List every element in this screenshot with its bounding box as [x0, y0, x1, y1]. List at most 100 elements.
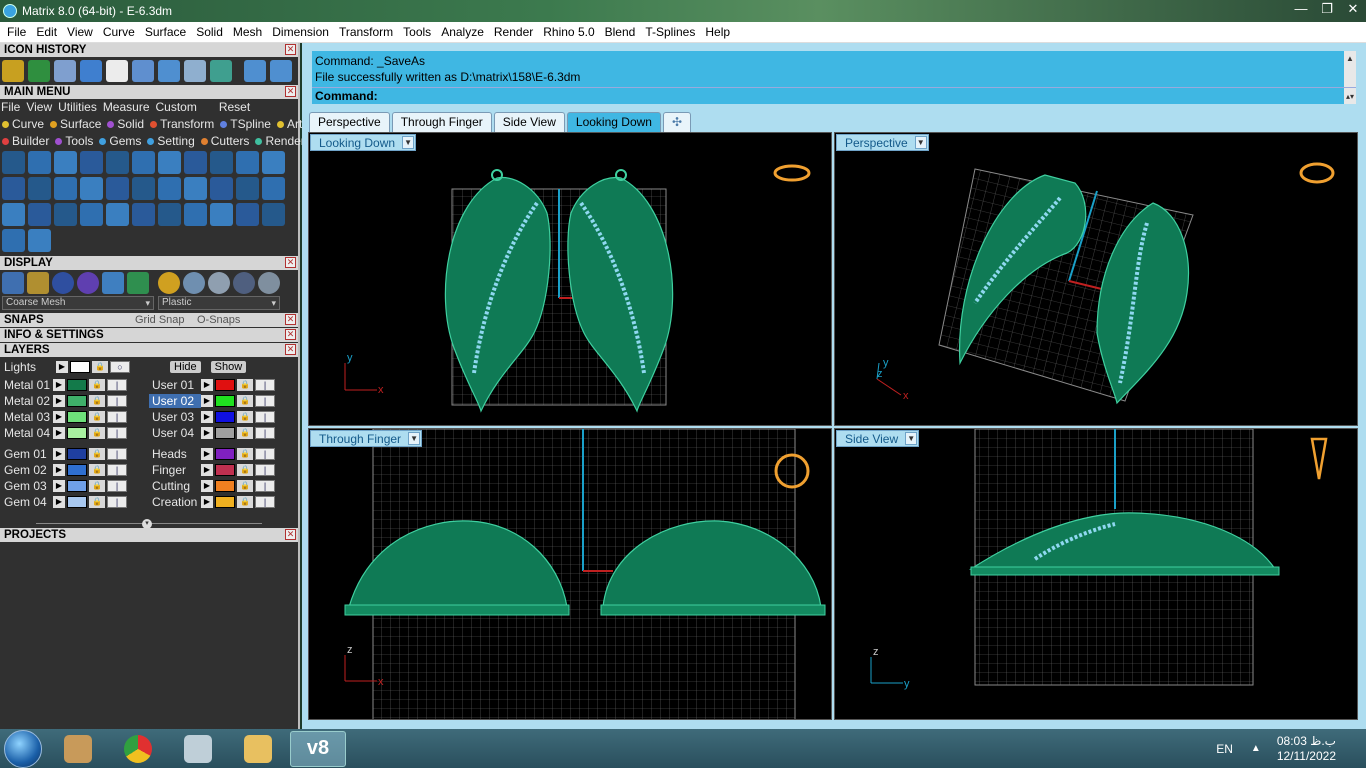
layer-color-swatch[interactable]: [67, 395, 87, 407]
submenu-measure[interactable]: Measure: [103, 100, 150, 114]
pave-tool-icon[interactable]: [132, 151, 155, 174]
gem-view-icon[interactable]: [27, 272, 49, 294]
layer-expand-icon[interactable]: ▶: [53, 480, 65, 492]
submenu-view[interactable]: View: [26, 100, 52, 114]
menu-render[interactable]: Render: [489, 25, 538, 39]
minimize-button[interactable]: —: [1288, 0, 1314, 18]
lock-icon[interactable]: 🔒: [92, 361, 108, 373]
lock-icon[interactable]: 🔒: [237, 427, 253, 439]
mesh-quality-select[interactable]: Coarse Mesh: [2, 296, 154, 310]
dropdown-icon[interactable]: ▼: [905, 432, 918, 445]
layer-row[interactable]: Gem 02 ▶ 🔒 |: [1, 462, 149, 478]
bead-tool-icon[interactable]: [236, 177, 259, 200]
layer-color-swatch[interactable]: [67, 464, 87, 476]
category-cutters[interactable]: Cutters: [200, 134, 253, 148]
layer-name[interactable]: Gem 01: [1, 447, 53, 461]
layer-name[interactable]: Gem 03: [1, 479, 53, 493]
grid-snap-toggle[interactable]: Grid Snap: [135, 313, 185, 327]
chain-icon[interactable]: [184, 60, 206, 82]
category-curve[interactable]: Curve: [2, 117, 47, 131]
visibility-icon[interactable]: |: [255, 480, 275, 492]
bezel-tool-icon[interactable]: [106, 177, 129, 200]
layer-expand-icon[interactable]: ▶: [201, 480, 213, 492]
plane-tool-icon[interactable]: [28, 177, 51, 200]
taskbar-matrix[interactable]: v8: [290, 730, 346, 767]
layer-name[interactable]: Heads: [149, 447, 201, 461]
layer-row[interactable]: Cutting ▶ 🔒 |: [149, 478, 297, 494]
submenu-file[interactable]: File: [1, 100, 20, 114]
menu-view[interactable]: View: [62, 25, 98, 39]
visibility-icon[interactable]: ○: [110, 361, 130, 373]
layer-color-swatch[interactable]: [67, 379, 87, 391]
layer-expand-icon[interactable]: ▶: [201, 464, 213, 476]
visibility-icon[interactable]: |: [107, 496, 127, 508]
category-render[interactable]: Render: [255, 134, 307, 148]
layer-name[interactable]: Metal 04: [1, 426, 53, 440]
lock-icon[interactable]: 🔒: [237, 448, 253, 460]
viewport-label-side-view[interactable]: Side View ▼: [836, 430, 920, 447]
viewport-through-finger[interactable]: z x Through Finger ▼: [308, 428, 832, 720]
menu-tools[interactable]: Tools: [398, 25, 436, 39]
close-icon[interactable]: ✕: [285, 314, 296, 325]
ribbon-tool-icon[interactable]: [28, 151, 51, 174]
visibility-icon[interactable]: |: [255, 411, 275, 423]
close-icon[interactable]: ✕: [285, 257, 296, 268]
layer-expand-icon[interactable]: ▶: [201, 395, 213, 407]
layer-color-swatch[interactable]: [215, 379, 235, 391]
prong-icon[interactable]: [132, 60, 154, 82]
gear-tool-icon[interactable]: [262, 151, 285, 174]
close-icon[interactable]: ✕: [285, 86, 296, 97]
lock-icon[interactable]: 🔒: [89, 448, 105, 460]
lock-icon[interactable]: 🔒: [237, 496, 253, 508]
layer-color-swatch[interactable]: [215, 496, 235, 508]
link-tool-icon[interactable]: [2, 203, 25, 226]
category-surface[interactable]: Surface: [50, 117, 104, 131]
visibility-icon[interactable]: |: [107, 395, 127, 407]
menu-file[interactable]: File: [2, 25, 31, 39]
command-scrollbar[interactable]: ▲▼: [1344, 51, 1356, 95]
viewport-side-view[interactable]: z y Side View ▼: [834, 428, 1358, 720]
menu-blend[interactable]: Blend: [600, 25, 641, 39]
sphere-render-icon[interactable]: [77, 272, 99, 294]
layer-row[interactable]: User 01 ▶ 🔒 |: [149, 377, 297, 393]
show-button[interactable]: Show: [210, 361, 247, 373]
cutter-tool-icon[interactable]: [158, 151, 181, 174]
lights-color[interactable]: [70, 361, 90, 373]
start-button[interactable]: [4, 729, 42, 768]
ring-orientation-icon[interactable]: [773, 164, 811, 182]
visibility-icon[interactable]: |: [107, 411, 127, 423]
lights-expand-icon[interactable]: ▶: [56, 361, 68, 373]
arc-tool-icon[interactable]: [80, 203, 103, 226]
layer-color-swatch[interactable]: [215, 480, 235, 492]
vray-icon[interactable]: [210, 60, 232, 82]
prong-tool-icon[interactable]: [210, 151, 233, 174]
dark-material-icon[interactable]: [233, 272, 255, 294]
pipe-tool-icon[interactable]: [54, 151, 77, 174]
maximize-button[interactable]: ❐: [1314, 0, 1340, 18]
add-tab-icon[interactable]: ✣: [662, 112, 691, 132]
transparent-material-icon[interactable]: [258, 272, 280, 294]
layer-row[interactable]: Metal 03 ▶ 🔒 |: [1, 409, 149, 425]
taskbar-paint[interactable]: [50, 731, 106, 767]
hide-button[interactable]: Hide: [170, 361, 201, 373]
layer-color-swatch[interactable]: [215, 464, 235, 476]
layer-name[interactable]: Cutting: [149, 479, 201, 493]
viewport-label-through-finger[interactable]: Through Finger ▼: [310, 430, 423, 447]
surface-tool-icon[interactable]: [2, 151, 25, 174]
layer-name[interactable]: Finger: [149, 463, 201, 477]
menu-tsplines[interactable]: T-Splines: [640, 25, 700, 39]
layer-name[interactable]: Metal 03: [1, 410, 53, 424]
sweep-tool-icon[interactable]: [106, 151, 129, 174]
menu-edit[interactable]: Edit: [31, 25, 62, 39]
loft-tool-icon[interactable]: [80, 151, 103, 174]
layer-color-swatch[interactable]: [215, 427, 235, 439]
tab-looking-down[interactable]: Looking Down: [566, 112, 661, 132]
lock-icon[interactable]: 🔒: [89, 395, 105, 407]
layer-color-swatch[interactable]: [215, 411, 235, 423]
viewport-perspective[interactable]: z y x Perspective ▼: [834, 132, 1358, 426]
document-icon[interactable]: [106, 60, 128, 82]
layer-row[interactable]: User 02 ▶ 🔒 |: [149, 393, 297, 409]
gold-material-icon[interactable]: [158, 272, 180, 294]
head-tool-icon[interactable]: [236, 151, 259, 174]
viewport-looking-down[interactable]: y x Looking Down ▼: [308, 132, 832, 426]
